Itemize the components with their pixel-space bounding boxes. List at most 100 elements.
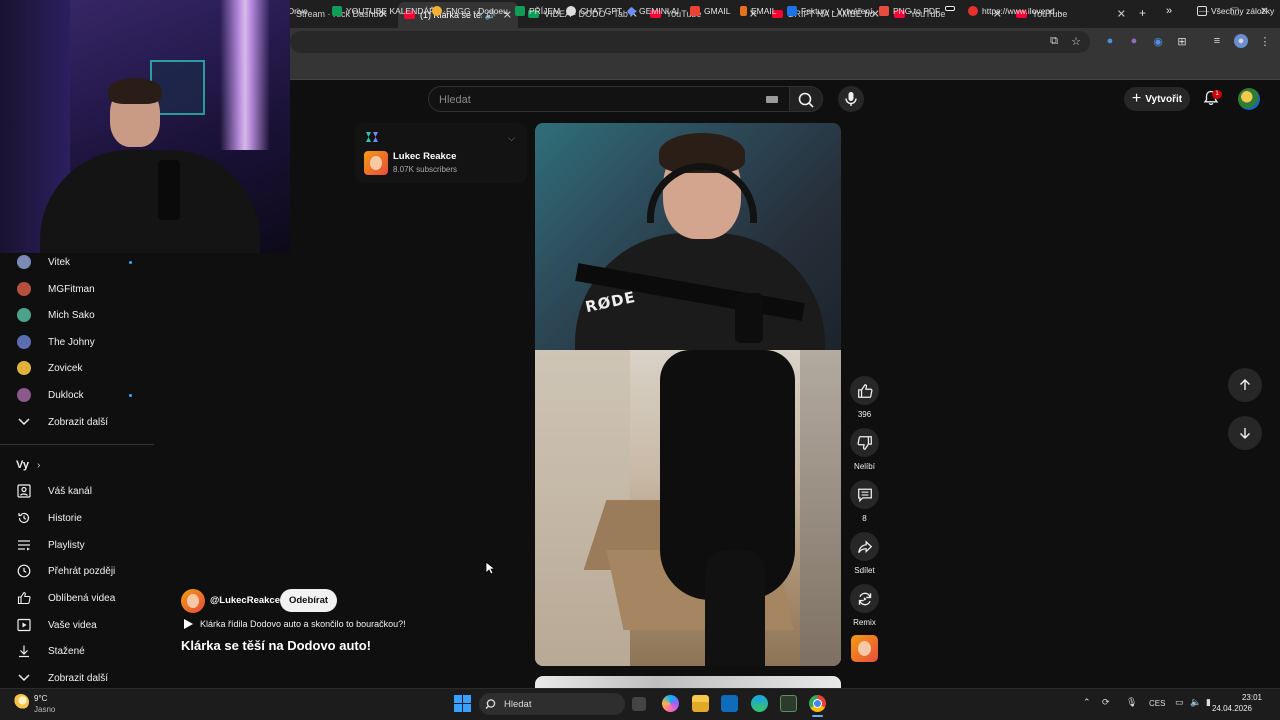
bookmark-item[interactable]: GEMINI AI [626,6,680,16]
bookmark-item[interactable]: CHAT GPT [566,6,622,16]
search-button[interactable] [790,86,823,112]
bookmark-item[interactable] [945,6,959,11]
puzzle-extensions-icon[interactable]: ⊞ [1175,34,1189,48]
windows-start-button[interactable] [454,695,471,712]
remix-button[interactable] [850,584,879,613]
bookmark-item[interactable]: FNGG - Dodoeu [432,6,508,16]
bookmark-item[interactable]: https://www.ilovepd... [968,6,1062,16]
account-avatar[interactable] [1238,88,1260,110]
dislike-button[interactable] [850,428,879,457]
sidebar-item-your-channel[interactable]: Váš kanál [0,478,156,504]
gmail-icon [690,6,700,16]
language-indicator[interactable]: CES [1149,699,1165,708]
create-button[interactable]: + Vytvořit [1124,87,1190,111]
bookmarks-overflow-label: » [1166,5,1173,17]
bookmark-item[interactable]: YOUTUBE KALENDÁŘ [332,6,435,16]
bookmark-item[interactable]: PNG to PDF [879,6,940,16]
install-app-icon[interactable]: ⧉ [1047,34,1061,48]
terminal-icon[interactable] [780,695,797,712]
channel-avatar [17,335,31,349]
bookmark-label: GEMINI AI [639,6,680,16]
sidebar-item-history[interactable]: Historie [0,505,156,531]
omnibox[interactable] [290,31,1090,53]
comments-button[interactable] [850,480,879,509]
sidebar-item-watch-later[interactable]: Přehrát později [0,558,156,584]
next-short-button[interactable] [1228,416,1262,450]
bookmark-star-icon[interactable]: ☆ [1069,34,1083,48]
tray-overflow-icon[interactable]: ⌃ [1083,697,1091,708]
playlist-icon [16,537,32,553]
bookmark-label: CHAT GPT [580,6,623,16]
search-input[interactable] [439,92,739,108]
previous-short-button[interactable] [1228,368,1262,402]
subscribe-button[interactable]: Odebírat [280,589,337,612]
sidebar-item-liked-videos[interactable]: Oblíbená videa [0,585,156,611]
voice-search-button[interactable] [838,86,864,112]
file-explorer-icon[interactable] [692,695,709,712]
weather-moon-icon[interactable] [13,694,29,710]
edge-icon[interactable] [751,695,768,712]
kebab-menu-icon[interactable]: ⋮ [1258,34,1272,48]
bookmark-item[interactable]: EMAIL [740,6,777,16]
outlook-icon[interactable] [721,695,738,712]
sidebar-item-playlists[interactable]: Playlisty [0,532,156,558]
task-view-icon[interactable] [632,697,646,711]
sidebar-item-subscription[interactable]: Vitek [0,249,156,275]
sound-thumbnail[interactable] [851,635,878,662]
sidebar-item-subscription[interactable]: Mich Sako [0,302,156,328]
volume-icon[interactable]: 🔈 [1190,697,1201,708]
bookmark-label: PNG to PDF [893,6,941,16]
bookmarks-overflow-button[interactable]: » [1166,5,1172,17]
clock-time[interactable]: 23:01 [1222,693,1262,702]
like-button[interactable] [850,376,879,405]
chevron-down-icon [16,414,32,430]
search-box [428,86,790,112]
extension-icon[interactable]: ● [1103,34,1117,48]
arrow-up-icon [1240,379,1250,390]
sidebar-item-your-videos[interactable]: Vaše videa [0,612,156,638]
weather-temperature[interactable]: 9°C [34,694,47,703]
keyboard-icon[interactable] [766,96,778,103]
share-button[interactable] [850,532,879,561]
sidebar-item-label: Stažené [48,645,85,657]
profile-icon[interactable]: ● [1234,34,1248,48]
bookmark-item[interactable]: Faktury - Vytváření [787,6,872,16]
channel-name[interactable]: Lukec Reakce [393,151,456,162]
tray-mic-icon[interactable]: 🎙 [1126,697,1137,708]
bookmark-item[interactable]: GMAIL [690,6,730,16]
show-more-subscriptions[interactable]: Zobrazit další [0,409,156,435]
sync-icon[interactable]: ⟳ [1102,697,1110,708]
sidebar-item-subscription[interactable]: Zovicek [0,355,156,381]
bookmark-item[interactable]: Drive [288,6,308,16]
weather-description[interactable]: Jasno [34,705,55,714]
all-bookmarks-label: Všechny záložky [1211,6,1275,16]
clock-date[interactable]: 24.04.2026 [1205,704,1252,713]
close-icon[interactable]: ✕ [1117,8,1126,21]
sidebar-item-subscription[interactable]: The Johny [0,329,156,355]
linked-video-text[interactable]: Klárka řídila Dodovo auto a skončilo to … [200,619,406,629]
bookmark-item[interactable]: PŘÍJEM [515,6,560,16]
chrome-icon[interactable] [809,695,826,712]
creator-avatar[interactable] [181,589,205,613]
chevron-down-icon[interactable]: ⌵ [508,133,515,144]
new-tab-button[interactable]: + [1139,6,1146,20]
sidebar-item-downloads[interactable]: Stažené [0,638,156,664]
sidebar-item-subscription[interactable]: MGFitman [0,276,156,302]
sidebar-you-header[interactable]: Vy › [16,459,40,471]
next-short-preview[interactable] [535,676,841,688]
channel-avatar[interactable] [364,151,388,175]
media-control-icon[interactable]: ≡ [1210,34,1224,48]
extension-icon[interactable]: ● [1127,34,1141,48]
bookmark-label: EMAIL [751,6,777,16]
sidebar-item-subscription[interactable]: Duklock [0,382,156,408]
extension-icon[interactable]: ◉ [1151,34,1165,48]
taskbar-search-box[interactable] [479,693,625,715]
all-bookmarks-button[interactable]: Všechny záložky [1197,6,1274,16]
short-video-player[interactable]: RØDE [535,123,841,666]
dislike-label: Nelíbí [854,462,875,471]
plus-icon: + [1131,90,1142,107]
video-person-leg [705,550,765,666]
creator-handle[interactable]: @LukecReakce [210,595,280,606]
network-icon[interactable]: ▭ [1175,697,1184,708]
copilot-icon[interactable] [662,695,679,712]
